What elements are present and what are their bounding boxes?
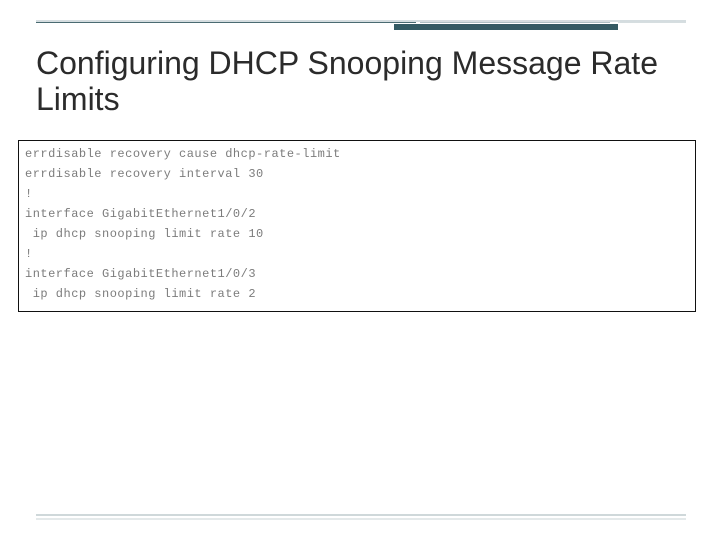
rule-segment-under [36,20,686,22]
code-line: ! [25,245,689,265]
config-code-box: errdisable recovery cause dhcp-rate-limi… [18,140,696,312]
code-line: errdisable recovery cause dhcp-rate-limi… [25,145,689,165]
code-line: ip dhcp snooping limit rate 10 [25,225,689,245]
code-line: interface GigabitEthernet1/0/2 [25,205,689,225]
slide: Configuring DHCP Snooping Message Rate L… [0,0,720,540]
code-line: errdisable recovery interval 30 [25,165,689,185]
rule-segment-thick [394,24,618,30]
footer-decoration [36,514,686,516]
code-line: interface GigabitEthernet1/0/3 [25,265,689,285]
slide-title: Configuring DHCP Snooping Message Rate L… [36,46,684,118]
code-line: ip dhcp snooping limit rate 2 [25,285,689,305]
code-line: ! [25,185,689,205]
